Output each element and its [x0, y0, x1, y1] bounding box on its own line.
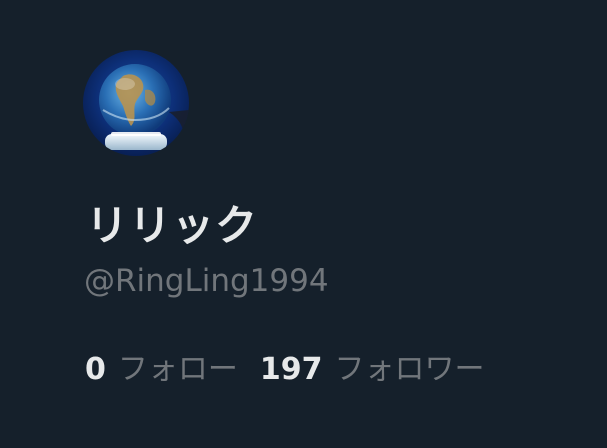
user-handle: @RingLing1994 [84, 263, 329, 299]
following-count: 0 [85, 352, 106, 387]
followers-label: フォロワー [334, 352, 485, 387]
following-label: フォロー [117, 352, 238, 387]
profile-card: リリック @RingLing1994 0 フォロー 197 フォロワー [0, 0, 607, 448]
following-link[interactable]: 0 フォロー [85, 349, 238, 391]
globe-avatar-icon [83, 50, 189, 156]
followers-link[interactable]: 197 フォロワー [260, 349, 485, 391]
display-name[interactable]: リリック [86, 196, 258, 256]
followers-count: 197 [259, 352, 323, 387]
profile-stats: 0 フォロー 197 フォロワー [85, 349, 485, 391]
avatar[interactable] [83, 50, 189, 156]
